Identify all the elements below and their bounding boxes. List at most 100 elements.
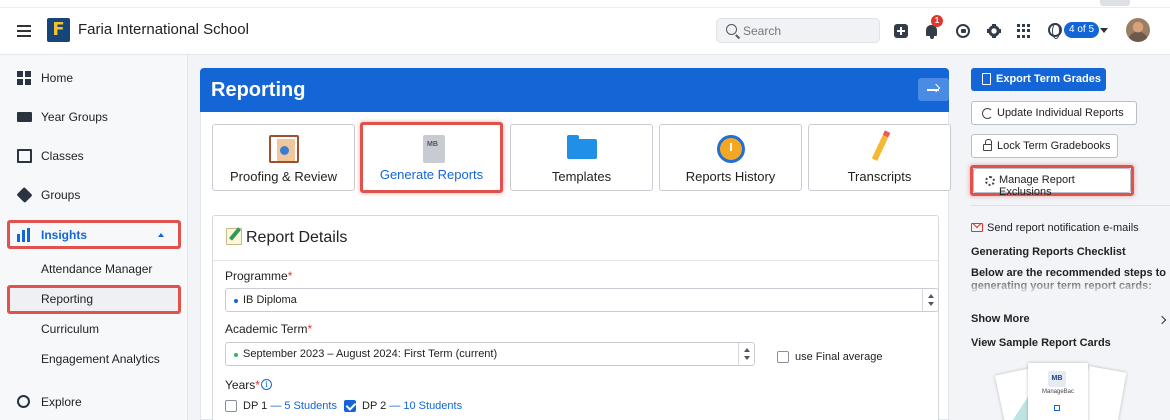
search-box[interactable] [716, 18, 880, 43]
year-dp2-label: DP 2 — 10 Students [362, 400, 463, 412]
term-label: Academic Term* [225, 322, 313, 336]
mail-icon [971, 223, 983, 232]
memo-icon [226, 228, 242, 245]
sidebar-item-home[interactable]: Home [0, 63, 188, 93]
refresh-icon [982, 108, 993, 119]
lock-term-gradebooks-button[interactable]: Lock Term Gradebooks [971, 134, 1118, 158]
reporting-header: Reporting [200, 68, 949, 112]
programme-select[interactable]: IB Diploma [225, 288, 939, 312]
year-dp2-checkbox[interactable] [344, 400, 356, 412]
required-mark: * [255, 378, 260, 392]
view-sample-report-cards-link[interactable]: View Sample Report Cards [971, 337, 1111, 349]
right-panel: Export Term Grades Update Individual Rep… [968, 55, 1170, 420]
sidebar-item-label: Explore [41, 395, 82, 409]
sample-square-icon [1054, 405, 1060, 411]
divider [213, 260, 938, 261]
academic-term-select[interactable]: September 2023 – August 2024: First Term… [225, 342, 755, 366]
chevron-right-icon[interactable] [1157, 315, 1167, 325]
managebac-wordmark: ManageBac [1042, 389, 1075, 395]
menu-icon[interactable] [17, 25, 31, 37]
tile-label: Transcripts [847, 169, 912, 184]
tile-proofing-review[interactable]: Proofing & Review [212, 124, 355, 191]
report-details-panel: Report Details Programme* IB Diploma Aca… [212, 215, 939, 420]
sidebar-item-label: Home [41, 71, 74, 85]
add-icon[interactable] [894, 24, 908, 38]
sample-report-cards-image[interactable]: MB ManageBac [995, 359, 1128, 420]
final-average-checkbox[interactable] [777, 351, 789, 363]
tile-generate-reports[interactable]: Generate Reports [360, 122, 503, 193]
browser-strip [0, 0, 1170, 8]
sidebar-sub-engagement-analytics[interactable]: Engagement Analytics [0, 345, 188, 373]
year-dp1-checkbox[interactable] [225, 400, 237, 412]
tile-label: Generate Reports [379, 167, 484, 182]
tile-transcripts[interactable]: Transcripts [808, 124, 951, 191]
folder-icon [567, 135, 597, 159]
year-dp1-label: DP 1 — 5 Students [243, 400, 337, 412]
checklist-text: Below are the recommended steps to [971, 267, 1166, 279]
sidebar-sub-label: Reporting [41, 292, 94, 306]
select-arrows-icon[interactable] [922, 289, 938, 311]
pencil-icon [871, 134, 889, 162]
export-term-grades-button[interactable]: Export Term Grades [971, 68, 1106, 91]
update-individual-reports-button[interactable]: Update Individual Reports [971, 101, 1137, 125]
settings-gear-icon[interactable] [987, 24, 1001, 38]
globe-icon[interactable] [1048, 23, 1062, 39]
manage-report-exclusions-button[interactable]: Manage Report Exclusions [973, 168, 1131, 198]
home-icon [17, 71, 32, 85]
sidebar-sub-curriculum[interactable]: Curriculum [0, 315, 188, 343]
tile-label: Templates [551, 169, 612, 184]
tab-marker [1100, 0, 1130, 6]
checklist-title: Generating Reports Checklist [971, 246, 1126, 258]
select-arrows-icon[interactable] [738, 343, 754, 365]
sidebar-item-insights[interactable]: Insights [0, 220, 188, 250]
required-mark: * [307, 322, 313, 336]
school-name[interactable]: Faria International School [78, 21, 249, 38]
programme-dot [234, 299, 238, 303]
main-content: Reporting Proofing & Review Generate Rep… [188, 55, 968, 420]
year-groups-icon [17, 112, 32, 122]
sidebar-item-label: Groups [41, 188, 81, 202]
sidebar-item-explore[interactable]: Explore [0, 387, 188, 417]
user-avatar[interactable] [1126, 18, 1150, 42]
sidebar-sub-reporting[interactable]: Reporting [0, 285, 188, 313]
info-icon[interactable]: i [261, 379, 272, 390]
report-details-title: Report Details [246, 229, 348, 246]
tile-templates[interactable]: Templates [510, 124, 653, 191]
button-label: Export Term Grades [996, 73, 1101, 85]
sidebar-item-groups[interactable]: Groups [0, 180, 188, 210]
lock-icon [983, 139, 992, 151]
sidebar: Home Year Groups Classes Groups Insights… [0, 55, 188, 420]
school-logo[interactable]: F [47, 18, 70, 42]
sidebar-item-classes[interactable]: Classes [0, 141, 188, 171]
sample-page: MB ManageBac [1028, 363, 1088, 420]
notification-badge: 1 [931, 15, 943, 27]
programme-value: IB Diploma [243, 294, 297, 306]
programme-label: Programme* [225, 269, 293, 283]
sidebar-sub-label: Attendance Manager [41, 262, 153, 276]
sidebar-sub-attendance-manager[interactable]: Attendance Manager [0, 255, 188, 283]
gear-icon [985, 176, 995, 186]
top-bar: F Faria International School 1 4 of 5 [0, 0, 1170, 55]
button-label: Manage Report Exclusions [999, 174, 1075, 198]
years-label: Years* [225, 378, 260, 392]
show-more-link[interactable]: Show More [971, 313, 1030, 325]
sidebar-item-label: Classes [41, 149, 84, 163]
button-label: Update Individual Reports [997, 107, 1124, 119]
page-title: Reporting [211, 79, 306, 101]
tile-reports-history[interactable]: Reports History [659, 124, 802, 191]
messages-icon[interactable] [956, 24, 970, 38]
classes-icon [17, 149, 32, 163]
insights-icon [17, 228, 32, 242]
clock-icon [717, 135, 745, 163]
chevron-down-icon[interactable] [1100, 28, 1108, 33]
checklist-text-faded: generating your term report cards: [971, 280, 1170, 294]
apps-grid-icon[interactable] [1017, 24, 1031, 38]
search-input[interactable] [743, 22, 873, 40]
send-notification-link[interactable]: Send report notification e-mails [987, 222, 1139, 234]
term-value: September 2023 – August 2024: First Term… [243, 348, 498, 360]
arrow-right-icon[interactable] [918, 78, 949, 101]
chevron-up-icon[interactable] [158, 233, 164, 237]
sidebar-item-label: Insights [41, 228, 88, 242]
school-switch-badge[interactable]: 4 of 5 [1064, 22, 1100, 38]
sidebar-item-year-groups[interactable]: Year Groups [0, 102, 188, 132]
